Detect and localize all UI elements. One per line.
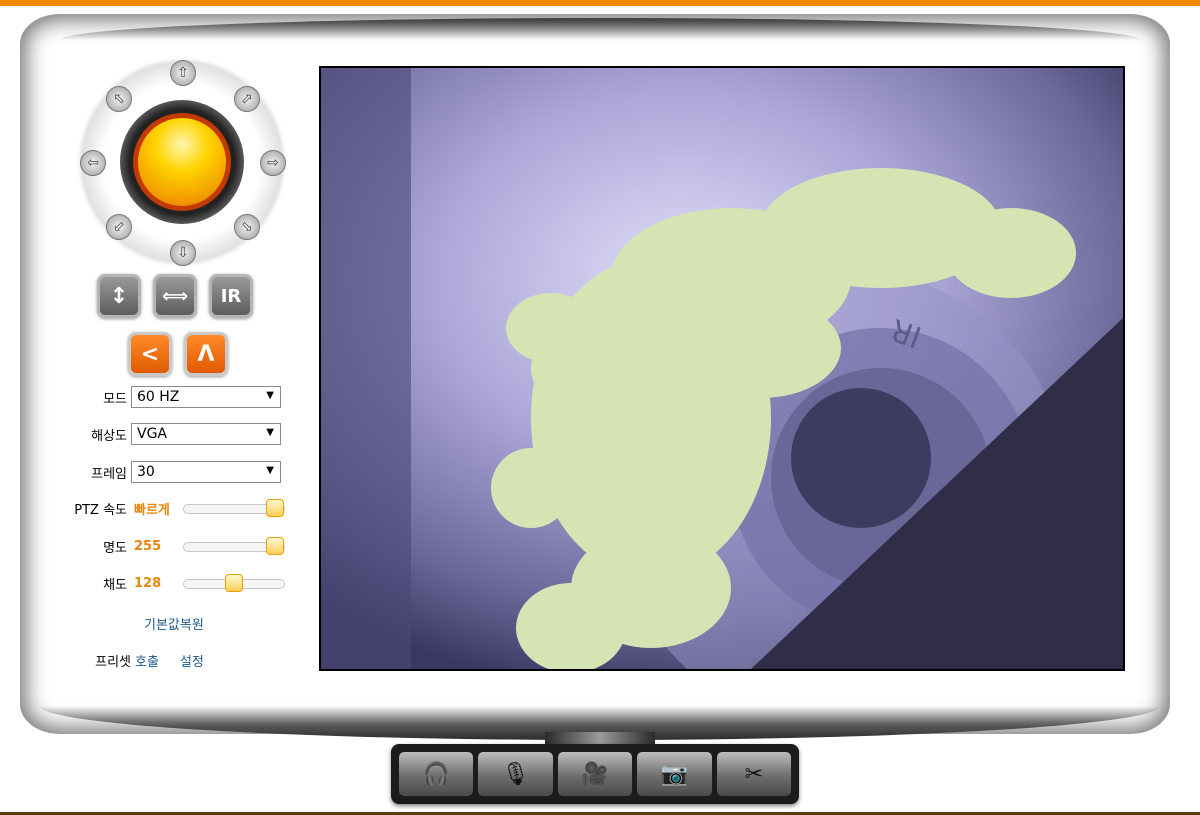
ptz-home-button[interactable] (133, 113, 231, 211)
audio-button[interactable]: 🎧 (399, 752, 474, 796)
saturation-label: 채도 (103, 578, 127, 593)
mode-select[interactable]: 60 HZ ▼ (131, 386, 281, 408)
microphone-icon: 🎙 (501, 761, 530, 787)
ptz-speed-row: PTZ 속도 빠르게 (40, 498, 285, 518)
preset-call-link[interactable]: 호출 (135, 651, 159, 670)
saturation-row: 채도 128 (40, 573, 285, 593)
caret-down-icon: ▼ (266, 390, 274, 401)
up-chevron-icon: Λ (197, 341, 215, 367)
brightness-slider[interactable] (183, 536, 285, 555)
record-button[interactable]: 🎥 (557, 752, 633, 796)
vertical-patrol-button[interactable]: Λ (184, 332, 228, 376)
reset-defaults-container: 기본값복원 (144, 614, 204, 633)
reset-defaults-link[interactable]: 기본값복원 (144, 618, 204, 633)
ptz-speed-label: PTZ 속도 (74, 503, 127, 518)
horizontal-patrol-button[interactable]: < (128, 332, 172, 376)
tools-icon: ✂ (744, 761, 764, 787)
mode-value: 60 HZ (137, 389, 180, 405)
image-control-buttons: ↕ ⟺ IR (97, 274, 253, 318)
resolution-row: 해상도 VGA ▼ (40, 423, 281, 445)
left-chevron-icon: < (140, 341, 160, 367)
ir-button[interactable]: IR (209, 274, 253, 318)
video-camera-icon: 🎥 (581, 761, 609, 787)
saturation-slider[interactable] (183, 573, 285, 592)
vertical-flip-icon: ↕ (109, 283, 129, 309)
resolution-select[interactable]: VGA ▼ (131, 423, 281, 445)
ir-label: IR (220, 285, 242, 307)
ptz-down-arrow-icon[interactable]: ⇩ (170, 240, 196, 266)
ptz-pad: ⇧ ⇩ ⇦ ⇨ ⬁ ⬀ ⬃ ⬂ (72, 52, 292, 272)
saturation-slider-thumb[interactable] (225, 573, 243, 592)
caret-down-icon: ▼ (266, 427, 274, 438)
mode-row: 모드 60 HZ ▼ (40, 386, 281, 408)
brightness-label: 명도 (103, 541, 127, 556)
patrol-buttons: < Λ (128, 332, 228, 376)
frame-select[interactable]: 30 ▼ (131, 461, 281, 483)
saturation-value: 128 (134, 576, 162, 591)
preset-set-link[interactable]: 설정 (180, 651, 204, 670)
ptz-down-right-arrow-icon[interactable]: ⬂ (234, 214, 260, 240)
bottom-toolbar: 🎧 🎙 🎥 📷 ✂ (391, 744, 799, 804)
resolution-label: 해상도 (91, 428, 127, 444)
live-video-view[interactable]: IR (319, 66, 1125, 671)
mirror-button[interactable]: ⟺ (153, 274, 197, 318)
ptz-speed-slider[interactable] (183, 498, 285, 517)
frame-value: 30 (137, 464, 155, 480)
resolution-value: VGA (137, 426, 168, 442)
preset-label: 프리셋 (95, 655, 131, 670)
ptz-down-left-arrow-icon[interactable]: ⬃ (106, 214, 132, 240)
ptz-speed-value: 빠르게 (134, 503, 170, 518)
ptz-up-arrow-icon[interactable]: ⇧ (170, 60, 196, 86)
brightness-value: 255 (134, 539, 162, 554)
settings-button[interactable]: ✂ (716, 752, 792, 796)
snapshot-button[interactable]: 📷 (637, 752, 712, 796)
horizontal-mirror-icon: ⟺ (162, 285, 188, 307)
control-panel: ⇧ ⇩ ⇦ ⇨ ⬁ ⬀ ⬃ ⬂ ↕ ⟺ IR < Λ 모드 60 HZ ▼ 해상… (40, 40, 310, 700)
caret-down-icon: ▼ (266, 465, 274, 476)
brightness-row: 명도 255 (40, 536, 285, 556)
preset-row: 프리셋 호출 설정 (40, 651, 310, 670)
ptz-speed-slider-thumb[interactable] (266, 498, 284, 517)
mode-label: 모드 (103, 391, 127, 407)
frame-label: 프레임 (91, 466, 127, 482)
flip-button[interactable]: ↕ (97, 274, 141, 318)
ptz-up-left-arrow-icon[interactable]: ⬁ (106, 86, 132, 112)
frame-row: 프레임 30 ▼ (40, 461, 281, 483)
video-frame-image: IR (321, 68, 1123, 669)
brightness-slider-thumb[interactable] (266, 536, 284, 555)
headphones-icon: 🎧 (422, 761, 450, 787)
camera-icon: 📷 (660, 761, 689, 787)
ptz-left-arrow-icon[interactable]: ⇦ (80, 150, 106, 176)
ptz-up-right-arrow-icon[interactable]: ⬀ (234, 86, 260, 112)
microphone-button[interactable]: 🎙 (478, 752, 553, 796)
ptz-right-arrow-icon[interactable]: ⇨ (260, 150, 286, 176)
